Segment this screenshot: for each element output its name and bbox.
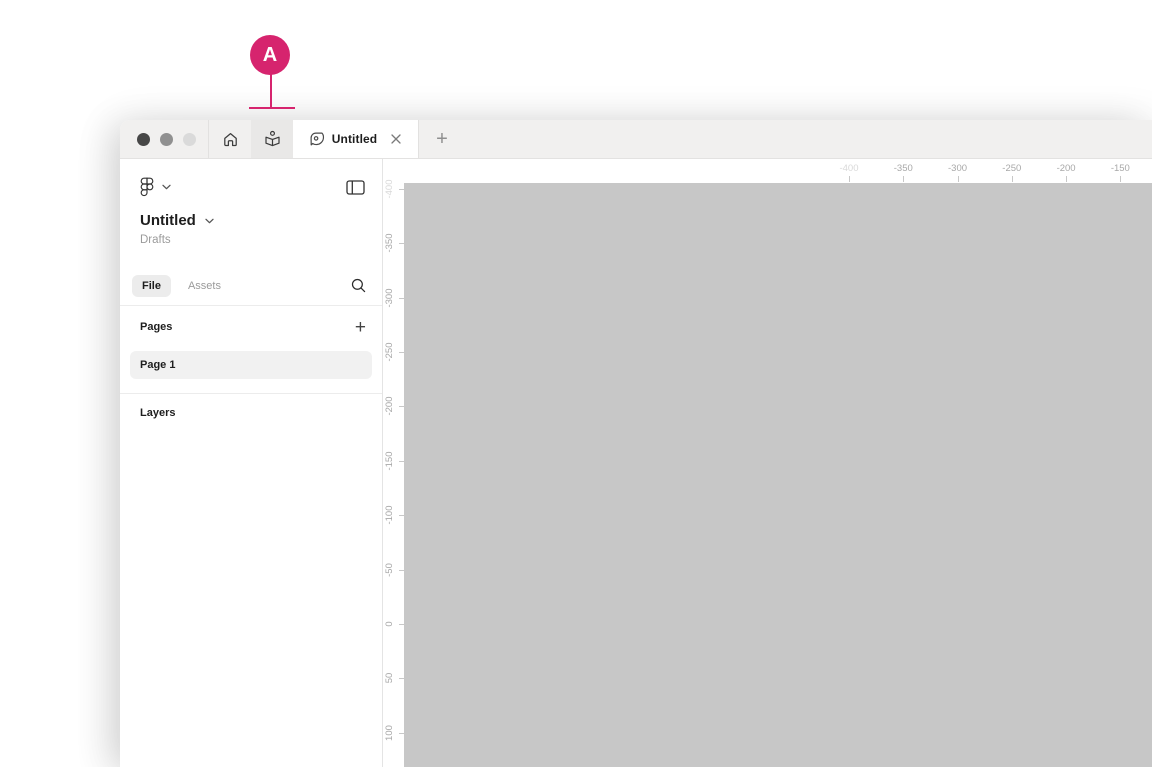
ruler-label: -200 — [1056, 163, 1076, 174]
ruler-label: 0 — [384, 621, 395, 627]
ruler-tick — [1120, 176, 1122, 182]
horizontal-ruler[interactable]: -400-350-300-250-200-150-100-50050100150… — [404, 159, 1152, 183]
home-tab[interactable] — [209, 120, 251, 158]
ruler-label: -150 — [1110, 163, 1130, 174]
ruler-label: -400 — [839, 163, 859, 174]
ruler-label: -400 — [384, 179, 395, 199]
add-page-icon[interactable]: + — [355, 318, 366, 337]
page-item-label: Page 1 — [140, 359, 176, 371]
ruler-label: 100 — [384, 724, 395, 741]
tab-assets[interactable]: Assets — [188, 280, 221, 292]
document-tab[interactable]: Untitled — [293, 120, 419, 158]
tab-file[interactable]: File — [132, 274, 171, 297]
left-sidebar: Untitled Drafts File Assets Pages + Page… — [120, 159, 383, 767]
annotation-label: A — [262, 43, 278, 66]
figma-logo-icon[interactable] — [140, 177, 154, 197]
ruler-label: -300 — [384, 288, 395, 308]
ruler-tick — [1066, 176, 1068, 182]
ruler-tick — [849, 176, 850, 182]
home-icon — [222, 131, 239, 148]
ruler-tick — [957, 176, 959, 182]
toggle-sidebar-icon[interactable] — [346, 179, 365, 195]
ruler-label: -250 — [1002, 163, 1022, 174]
vertical-ruler[interactable]: -400 -350 -300 -250 -200 -150 -100 -50 0 50 100 — [383, 159, 404, 767]
figma-window: Untitled + Untitled Drafts File Assets P… — [120, 120, 1152, 767]
ruler-label: -350 — [384, 233, 395, 253]
screenshot-root: A Untitled + Untitled Drafts File Assets… — [0, 0, 1152, 767]
layers-header-label: Layers — [140, 407, 176, 419]
reader-icon — [263, 130, 282, 149]
window-control-fullscreen[interactable] — [183, 132, 196, 146]
close-icon[interactable] — [390, 133, 402, 145]
ruler-label: -350 — [893, 163, 913, 174]
tab-bar-empty-space — [465, 120, 1152, 158]
pages-header-label: Pages — [140, 321, 173, 333]
ruler-tick — [1011, 176, 1013, 182]
canvas-area: -400 -350 -300 -250 -200 -150 -100 -50 0 50 100 -4… — [383, 159, 1152, 767]
ruler-label: -150 — [384, 451, 395, 471]
window-controls — [120, 120, 209, 158]
annotation-pointer-base — [249, 107, 295, 109]
sidebar-tabs: File Assets — [120, 266, 382, 306]
canvas-viewport[interactable] — [404, 183, 1152, 767]
search-icon[interactable] — [351, 278, 366, 293]
document-tab-title: Untitled — [331, 132, 378, 146]
new-tab-icon: + — [436, 127, 448, 150]
window-control-close[interactable] — [137, 132, 150, 146]
document-location[interactable]: Drafts — [120, 229, 382, 246]
ruler-label: 50 — [384, 673, 395, 684]
draft-file-icon — [309, 131, 325, 147]
chevron-down-icon[interactable] — [162, 184, 171, 190]
window-control-minimize[interactable] — [160, 132, 173, 146]
reader-tab[interactable] — [251, 120, 293, 158]
new-tab-button[interactable]: + — [419, 120, 465, 158]
ruler-tick — [903, 176, 905, 182]
ruler-label: -100 — [384, 505, 395, 525]
ruler-label: -50 — [384, 562, 395, 577]
pages-section-header: Pages + — [120, 312, 382, 342]
page-list-item-page-1[interactable]: Page 1 — [130, 351, 372, 379]
ruler-label: -300 — [948, 163, 968, 174]
ruler-label: -200 — [384, 396, 395, 416]
ruler-label: -250 — [384, 342, 395, 362]
tab-bar: Untitled + — [120, 120, 1152, 159]
document-title[interactable]: Untitled — [140, 212, 196, 229]
chevron-down-icon[interactable] — [205, 218, 214, 224]
annotation-badge-a: A — [250, 35, 290, 75]
annotation-pointer-line — [270, 74, 272, 108]
